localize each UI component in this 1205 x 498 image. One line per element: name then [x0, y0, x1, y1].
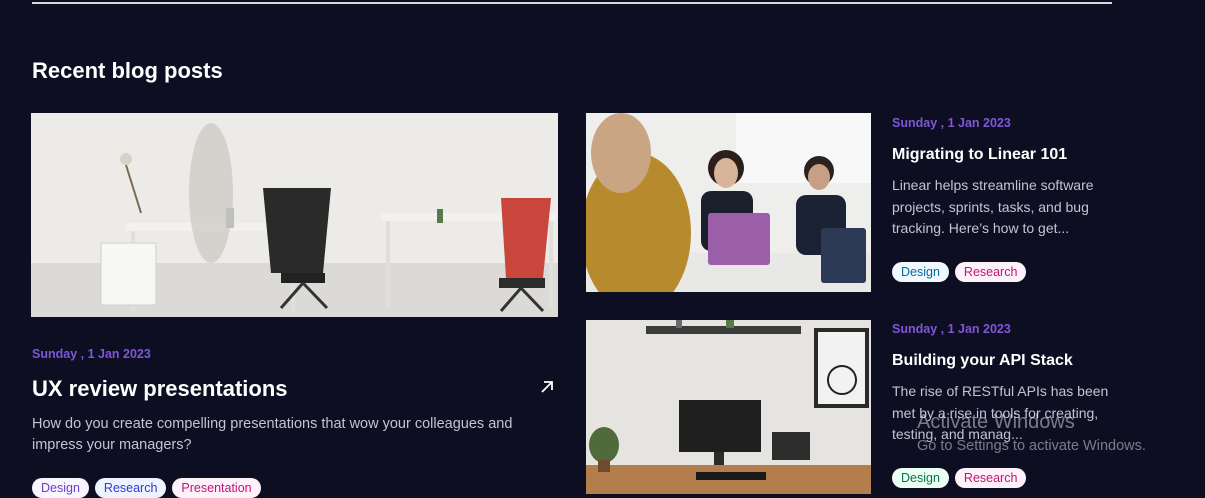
featured-post-date: Sunday , 1 Jan 2023	[32, 347, 151, 361]
tag-research[interactable]: Research	[954, 262, 1027, 282]
tag-research[interactable]: Research	[94, 478, 167, 498]
featured-post-tags: Design Research Presentation	[32, 478, 261, 498]
tag-presentation[interactable]: Presentation	[172, 478, 261, 498]
featured-post-title[interactable]: UX review presentations	[32, 376, 288, 402]
post-date: Sunday , 1 Jan 2023	[892, 322, 1011, 336]
tag-research[interactable]: Research	[954, 468, 1027, 488]
section-title: Recent blog posts	[32, 58, 223, 83]
featured-post-image[interactable]	[31, 113, 558, 317]
top-divider	[32, 2, 1112, 4]
tag-design[interactable]: Design	[32, 478, 89, 498]
tag-design[interactable]: Design	[892, 468, 949, 488]
post-date: Sunday , 1 Jan 2023	[892, 116, 1011, 130]
featured-post-excerpt: How do you create compelling presentatio…	[32, 416, 513, 453]
activate-windows-subtitle: Go to Settings to activate Windows.	[917, 438, 1146, 454]
post-tags: Design Research	[892, 468, 1027, 488]
post-excerpt: Linear helps streamline software project…	[892, 177, 1094, 236]
arrow-up-right-icon[interactable]	[538, 378, 556, 396]
tag-design[interactable]: Design	[892, 262, 949, 282]
post-image-api-stack[interactable]	[586, 320, 871, 494]
post-title[interactable]: Building your API Stack	[892, 352, 1073, 370]
activate-windows-title: Activate Windows	[917, 411, 1075, 433]
post-tags: Design Research	[892, 262, 1027, 282]
post-title[interactable]: Migrating to Linear 101	[892, 146, 1067, 164]
post-image-linear[interactable]	[586, 113, 871, 292]
